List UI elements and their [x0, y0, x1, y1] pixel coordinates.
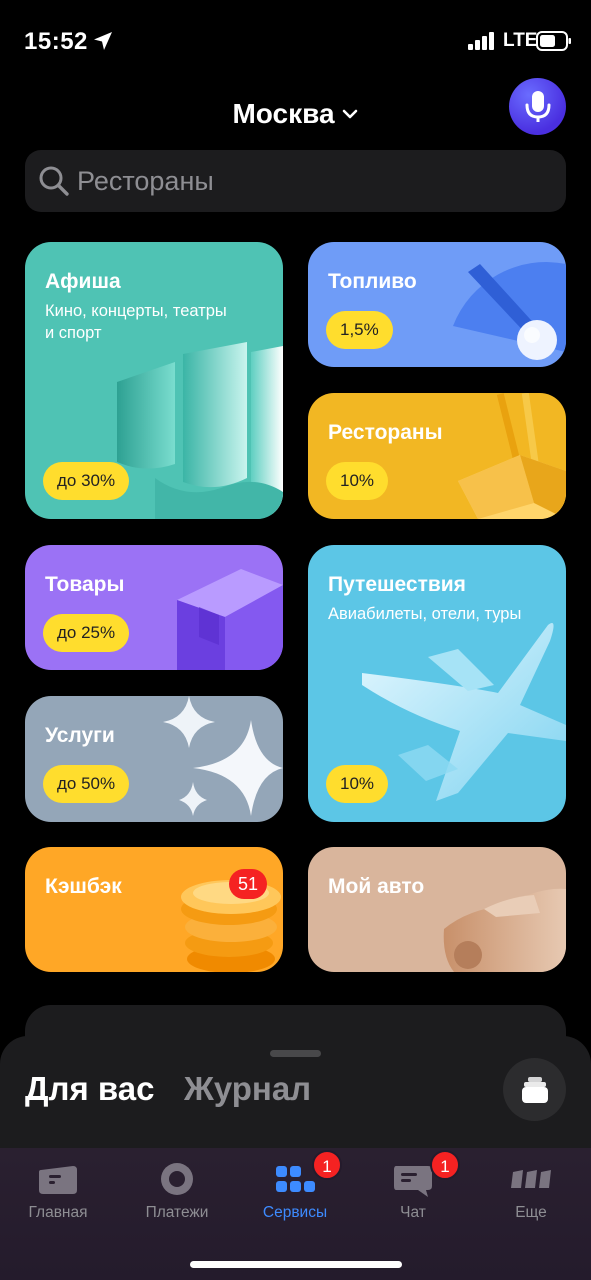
cashback-badge: 1,5% — [326, 311, 393, 349]
card-title: Товары — [45, 573, 125, 596]
tab-label: Платежи — [145, 1204, 209, 1221]
card-title: Кэшбэк — [45, 875, 122, 898]
card-restaurants[interactable]: Рестораны 10% — [308, 393, 566, 519]
tab-more[interactable]: Еще — [476, 1160, 586, 1222]
stories-stack-button[interactable] — [503, 1058, 566, 1121]
status-bar: 15:52 LTE — [0, 0, 591, 84]
tab-journal[interactable]: Журнал — [184, 1070, 311, 1108]
search-icon — [39, 166, 69, 196]
card-afisha[interactable]: Афиша Кино, концерты, театры и спорт до 3… — [25, 242, 283, 519]
payments-circle-icon — [161, 1163, 193, 1195]
stack-icon — [521, 1076, 548, 1103]
more-dots-icon — [511, 1170, 551, 1188]
header: Москва — [0, 78, 591, 148]
card-fuel[interactable]: Топливо 1,5% — [308, 242, 566, 367]
microphone-icon — [525, 90, 550, 122]
city-name: Москва — [232, 98, 335, 129]
card-subtitle: Кино, концерты, театры и спорт — [45, 302, 227, 342]
card-title: Афиша — [45, 270, 121, 293]
card-title: Рестораны — [328, 421, 443, 444]
chevron-down-icon — [342, 109, 357, 118]
search-input[interactable] — [77, 150, 547, 212]
services-grid-icon — [276, 1166, 315, 1192]
services-notification-badge: 1 — [312, 1150, 342, 1180]
location-arrow-icon — [94, 32, 112, 50]
card-my-car[interactable]: Мой авто — [308, 847, 566, 972]
card-title: Мой авто — [328, 875, 425, 898]
battery-icon — [536, 31, 571, 51]
cellular-signal-icon — [468, 32, 494, 50]
cashback-badge: до 50% — [43, 765, 130, 803]
cashback-badge: до 30% — [43, 462, 130, 500]
card-title: Услуги — [45, 724, 115, 747]
home-indicator[interactable] — [190, 1261, 402, 1268]
cashback-count-badge: 51 — [229, 869, 267, 899]
tab-label: Главная — [28, 1204, 88, 1221]
car-illustration — [443, 888, 566, 972]
sparkles-illustration — [163, 696, 283, 816]
card-cashback[interactable]: Кэшбэк 51 — [25, 847, 283, 972]
tab-label: Чат — [400, 1204, 426, 1221]
cashback-badge: 10% — [326, 462, 389, 500]
card-goods[interactable]: Товары до 25% — [25, 545, 283, 670]
voice-assistant-button[interactable] — [509, 78, 566, 135]
tab-label: Еще — [515, 1204, 547, 1221]
city-selector[interactable]: Москва — [0, 98, 591, 130]
tab-label: Сервисы — [262, 1204, 328, 1221]
search-bar[interactable] — [25, 150, 566, 212]
sheet-drag-handle[interactable] — [270, 1050, 321, 1057]
cashback-badge: до 25% — [43, 614, 130, 652]
card-title: Топливо — [328, 270, 417, 293]
status-time: 15:52 — [24, 28, 88, 55]
card-subtitle: Авиабилеты, отели, туры — [328, 605, 522, 623]
card-services[interactable]: Услуги до 50% — [25, 696, 283, 822]
coins-illustration — [181, 880, 281, 972]
chat-notification-badge: 1 — [430, 1150, 460, 1180]
card-title: Путешествия — [328, 573, 466, 596]
tab-payments[interactable]: Платежи — [122, 1160, 232, 1222]
home-card-icon — [39, 1166, 77, 1194]
cashback-badge: 10% — [326, 765, 389, 803]
takeout-box-illustration — [458, 393, 566, 519]
tab-home[interactable]: Главная — [3, 1160, 113, 1222]
card-travel[interactable]: Путешествия Авиабилеты, отели, туры 10% — [308, 545, 566, 822]
tab-for-you[interactable]: Для вас — [25, 1070, 154, 1108]
network-type: LTE — [503, 30, 538, 51]
chat-bubble-icon — [394, 1166, 432, 1197]
